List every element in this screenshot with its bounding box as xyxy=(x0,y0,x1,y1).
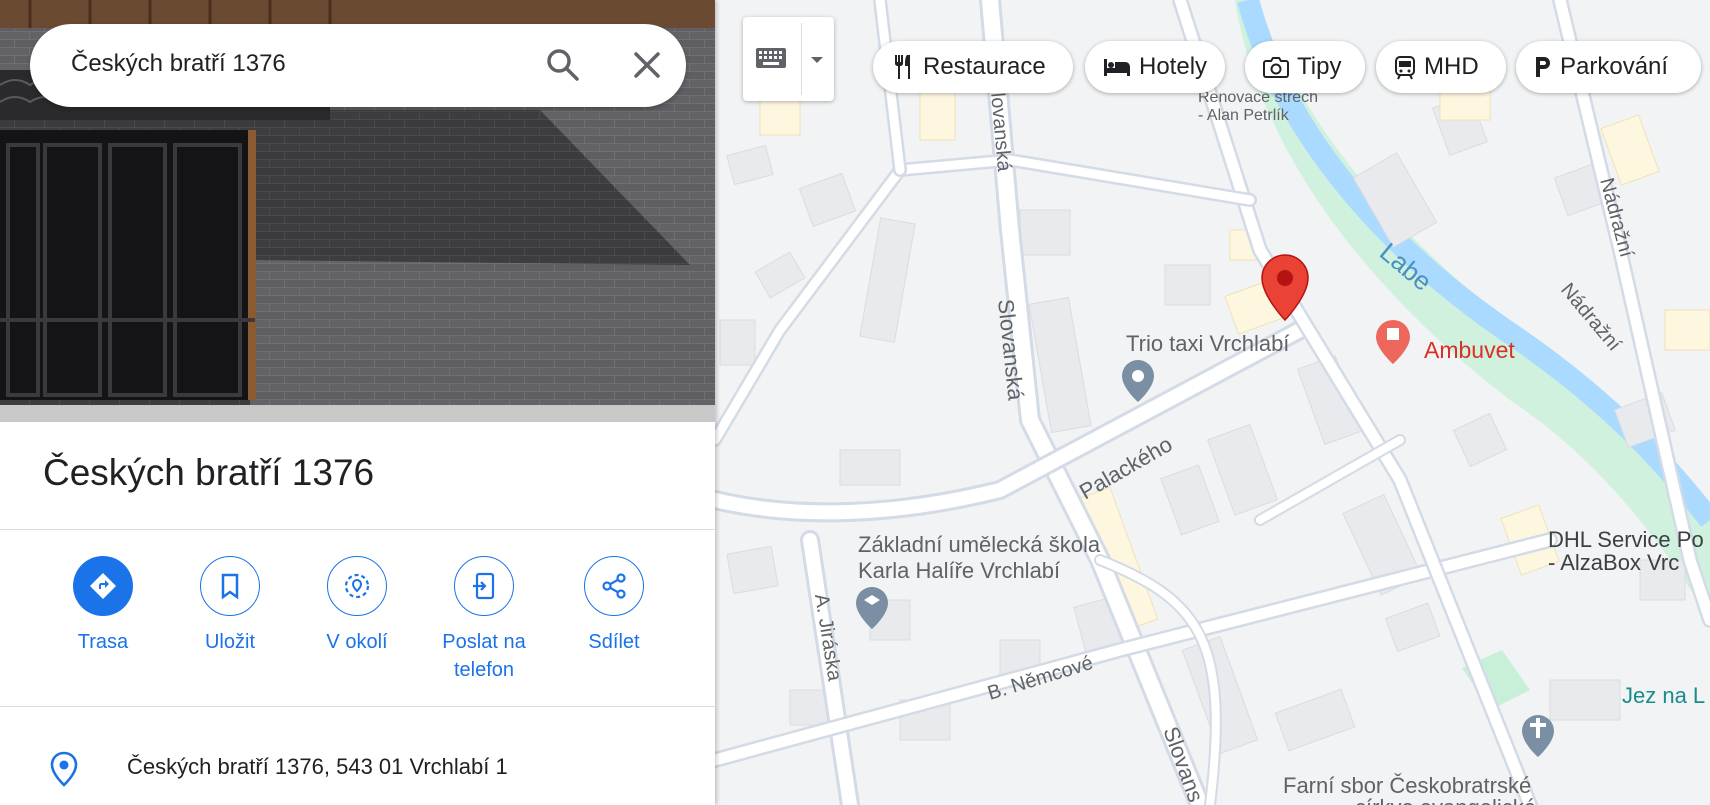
bed-icon xyxy=(1103,57,1131,77)
close-icon[interactable] xyxy=(626,44,668,86)
chip-label: Hotely xyxy=(1139,53,1208,80)
action-label: Uložit xyxy=(204,631,255,653)
action-label: Sdílet xyxy=(588,631,640,653)
chip-label: Tipy xyxy=(1297,53,1342,80)
poi-label: Karla Halíře Vrchlabí xyxy=(858,558,1060,583)
save-button[interactable]: Uložit xyxy=(166,556,294,656)
poi-label: DHL Service Po xyxy=(1548,527,1704,552)
fork-knife-icon xyxy=(891,54,915,80)
action-label: V okolí xyxy=(326,631,388,653)
chip-label: Restaurace xyxy=(923,53,1046,80)
location-pin-icon xyxy=(50,751,78,792)
camera-icon xyxy=(1263,56,1289,78)
chip-label: Parkování xyxy=(1560,53,1669,80)
address-row[interactable]: Českých bratří 1376, 543 01 Vrchlabí 1 xyxy=(0,740,715,800)
nearby-button[interactable]: V okolí xyxy=(293,556,421,656)
chevron-down-icon[interactable] xyxy=(809,52,825,70)
poi-label: Ambuvet xyxy=(1424,337,1515,363)
divider xyxy=(801,23,802,95)
poi-label: - AlzaBox Vrc xyxy=(1548,550,1679,575)
keyboard-dropdown[interactable] xyxy=(743,17,834,101)
parking-icon xyxy=(1534,55,1552,79)
chip-restaurace[interactable]: Restaurace xyxy=(873,41,1073,93)
action-label-line: Poslat na xyxy=(442,631,526,653)
share-icon[interactable] xyxy=(584,556,644,616)
share-button[interactable]: Sdílet xyxy=(550,556,678,656)
directions-icon[interactable] xyxy=(73,556,133,616)
chip-parkovani[interactable]: Parkování xyxy=(1516,41,1701,93)
poi-label-jez: Jez na L xyxy=(1622,683,1705,708)
poi-label: církve evangelické xyxy=(1355,795,1536,805)
keyboard-icon[interactable] xyxy=(755,47,787,74)
divider xyxy=(0,529,715,530)
poi-label: Základní umělecká škola xyxy=(858,532,1101,557)
poi-label-renovace: - Alan Petrlík xyxy=(1198,107,1290,124)
bookmark-icon[interactable] xyxy=(200,556,260,616)
poi-label: Trio taxi Vrchlabí xyxy=(1126,331,1289,356)
action-label: Trasa xyxy=(77,631,129,653)
directions-button[interactable]: Trasa xyxy=(39,556,167,656)
chip-tipy[interactable]: Tipy xyxy=(1245,41,1365,93)
search-box[interactable]: Českých bratří 1376 xyxy=(30,24,686,107)
send-to-phone-icon[interactable] xyxy=(454,556,514,616)
action-label: Poslat na telefon xyxy=(420,628,548,684)
divider xyxy=(0,706,715,707)
address-text: Českých bratří 1376, 543 01 Vrchlabí 1 xyxy=(127,754,508,779)
chip-label: MHD xyxy=(1424,53,1479,80)
send-to-phone-button[interactable]: Poslat na telefon xyxy=(420,556,548,684)
tram-icon xyxy=(1394,54,1416,80)
place-title: Českých bratří 1376 xyxy=(43,452,375,493)
chip-hotely[interactable]: Hotely xyxy=(1085,41,1225,93)
search-input[interactable]: Českých bratří 1376 xyxy=(71,50,286,78)
chip-mhd[interactable]: MHD xyxy=(1376,41,1506,93)
place-panel: Českých bratří 1376 Českých bratří 1376 … xyxy=(0,0,715,805)
nearby-icon[interactable] xyxy=(327,556,387,616)
search-icon[interactable] xyxy=(542,44,584,86)
action-label-line: telefon xyxy=(453,659,515,681)
